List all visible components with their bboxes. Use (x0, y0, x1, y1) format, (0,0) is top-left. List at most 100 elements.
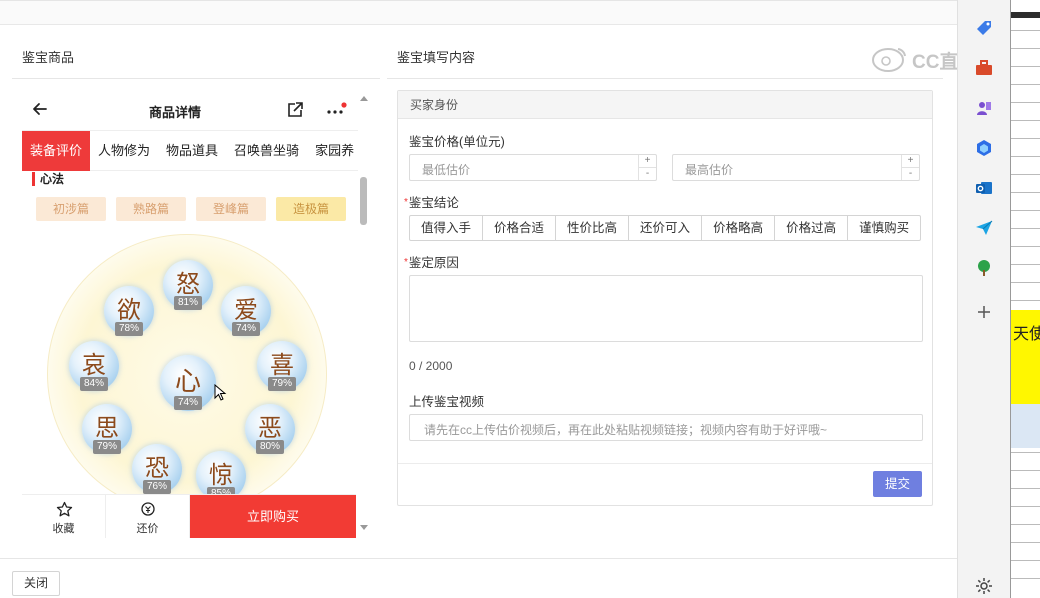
share-icon[interactable] (286, 101, 304, 119)
scroll-down-arrow-icon[interactable] (360, 525, 368, 530)
orb[interactable]: 怒 81% (163, 260, 213, 310)
sheet-row-line (1011, 138, 1040, 139)
orb-pct: 84% (80, 377, 108, 391)
orb[interactable]: 欲 78% (104, 286, 154, 336)
toolbox-icon[interactable] (974, 58, 994, 78)
tab-items[interactable]: 物品道具 (158, 131, 226, 171)
bargain-button[interactable]: 还价 (106, 495, 190, 538)
orb-char: 思 (95, 414, 119, 442)
send-icon[interactable] (974, 218, 994, 238)
phone-title: 商品详情 (148, 105, 201, 120)
level-button[interactable]: 熟路篇 (116, 197, 186, 221)
orb-char: 欲 (117, 296, 141, 324)
decrement-button[interactable]: - (639, 167, 656, 179)
video-link-input[interactable]: 请先在cc上传估价视频后，再在此处粘贴视频链接；视频内容有助于好评哦~ (409, 414, 923, 441)
coin-icon (141, 502, 155, 516)
increment-button[interactable]: + (902, 155, 919, 167)
sheet-row-line (1011, 210, 1040, 211)
tab-summons[interactable]: 召唤兽坐骑 (226, 131, 307, 171)
orb-pct: 76% (143, 480, 171, 494)
copilot-icon[interactable] (974, 138, 994, 158)
decrement-button[interactable]: - (902, 167, 919, 179)
orb-char: 喜 (270, 351, 294, 379)
conclusion-option[interactable]: 价格合适 (482, 215, 557, 241)
orb-pct: 79% (268, 377, 296, 391)
favorite-button[interactable]: 收藏 (22, 495, 106, 538)
sheet-row-line (1011, 452, 1040, 453)
reason-textarea[interactable] (409, 275, 923, 342)
sheet-blue-cell[interactable] (1011, 404, 1040, 448)
sheet-row-line (1011, 506, 1040, 507)
sheet-row-line (1011, 246, 1040, 247)
spreadsheet-strip: 天使 (1010, 0, 1040, 598)
sheet-row-line (1011, 228, 1040, 229)
appraisal-form: 买家身份 鉴宝价格(单位元) 最低估价 + - 最高估价 + - *鉴宝结论 值… (397, 90, 933, 506)
sheet-row-line (1011, 84, 1040, 85)
orb[interactable]: 喜 79% (257, 341, 307, 391)
orb[interactable]: 恐 76% (132, 444, 182, 494)
outlook-icon[interactable] (974, 178, 994, 198)
scroll-up-arrow-icon[interactable] (360, 96, 368, 101)
conclusion-option[interactable]: 价格略高 (701, 215, 776, 241)
right-divider (387, 78, 943, 79)
orb-pct: 81% (174, 296, 202, 310)
favorite-label: 收藏 (52, 523, 75, 535)
tab-home[interactable]: 家园养 (307, 131, 358, 171)
character-counter: 0 / 2000 (409, 359, 453, 373)
max-price-input[interactable]: 最高估价 + - (672, 154, 920, 181)
sheet-row-line (1011, 156, 1040, 157)
conclusion-option[interactable]: 价格过高 (774, 215, 849, 241)
orb-char: 怒 (176, 270, 200, 298)
modal-top-bar (0, 1, 957, 25)
submit-button[interactable]: 提交 (873, 471, 922, 497)
min-price-placeholder: 最低估价 (422, 163, 471, 177)
orb-char: 恐 (145, 454, 169, 482)
add-icon[interactable] (974, 302, 994, 322)
tree-icon[interactable] (974, 258, 994, 278)
orb[interactable]: 思 79% (82, 404, 132, 454)
buy-now-button[interactable]: 立即购买 (190, 495, 356, 538)
tab-character[interactable]: 人物修为 (90, 131, 158, 171)
more-options-icon[interactable] (325, 102, 347, 118)
sheet-row-line (1011, 300, 1040, 301)
max-price-stepper: + - (901, 155, 919, 180)
heart-method-wheel: 怒 81% 欲 78% 爱 74% 哀 84% 心 74% 喜 79% 思 79% 恶 80% … (47, 234, 327, 534)
orb[interactable]: 恶 80% (245, 404, 295, 454)
conclusion-option[interactable]: 谨慎购买 (847, 215, 922, 241)
games-icon[interactable] (974, 98, 994, 118)
tab-equipment[interactable]: 装备评价 (22, 131, 91, 171)
conclusion-option[interactable]: 性价比高 (555, 215, 630, 241)
orb[interactable]: 爱 74% (221, 286, 271, 336)
preview-scrollbar[interactable] (360, 177, 367, 225)
left-divider (12, 78, 380, 79)
min-price-input[interactable]: 最低估价 + - (409, 154, 657, 181)
level-selector: 初涉篇 熟路篇 登峰篇 造极篇 (36, 197, 346, 221)
conclusion-option[interactable]: 还价可入 (628, 215, 703, 241)
product-preview[interactable]: 商品详情 装备评价 人物修为 物品道具 召唤兽坐骑 家园养 心法 初涉篇 熟路篇… (22, 89, 358, 537)
required-mark: * (404, 197, 408, 208)
sheet-row-line (1011, 264, 1040, 265)
form-section-title: 买家身份 (398, 91, 932, 119)
sheet-yellow-cell[interactable]: 天使 (1011, 310, 1040, 404)
increment-button[interactable]: + (639, 155, 656, 167)
sheet-row-line (1011, 120, 1040, 121)
sheet-row-line (1011, 560, 1040, 561)
price-label: 鉴宝价格(单位元) (409, 135, 505, 149)
sheet-row-line (1011, 542, 1040, 543)
level-button[interactable]: 登峰篇 (196, 197, 266, 221)
level-button[interactable]: 初涉篇 (36, 197, 106, 221)
sheet-cell-text: 天使 (1013, 324, 1040, 343)
orb[interactable]: 哀 84% (69, 341, 119, 391)
level-button-active[interactable]: 造极篇 (276, 197, 346, 221)
conclusion-option[interactable]: 值得入手 (409, 215, 484, 241)
video-link-placeholder: 请先在cc上传估价视频后，再在此处粘贴视频链接；视频内容有助于好评哦~ (424, 423, 828, 437)
orb-pct: 74% (174, 396, 202, 410)
sheet-row-line (1011, 470, 1040, 471)
settings-gear-icon[interactable] (974, 576, 994, 596)
tag-icon[interactable] (974, 18, 994, 38)
star-icon (56, 501, 73, 517)
required-mark: * (404, 257, 408, 268)
orb-center[interactable]: 心 74% (160, 355, 216, 411)
form-footer-divider (398, 463, 932, 464)
close-button[interactable]: 关闭 (12, 571, 60, 596)
